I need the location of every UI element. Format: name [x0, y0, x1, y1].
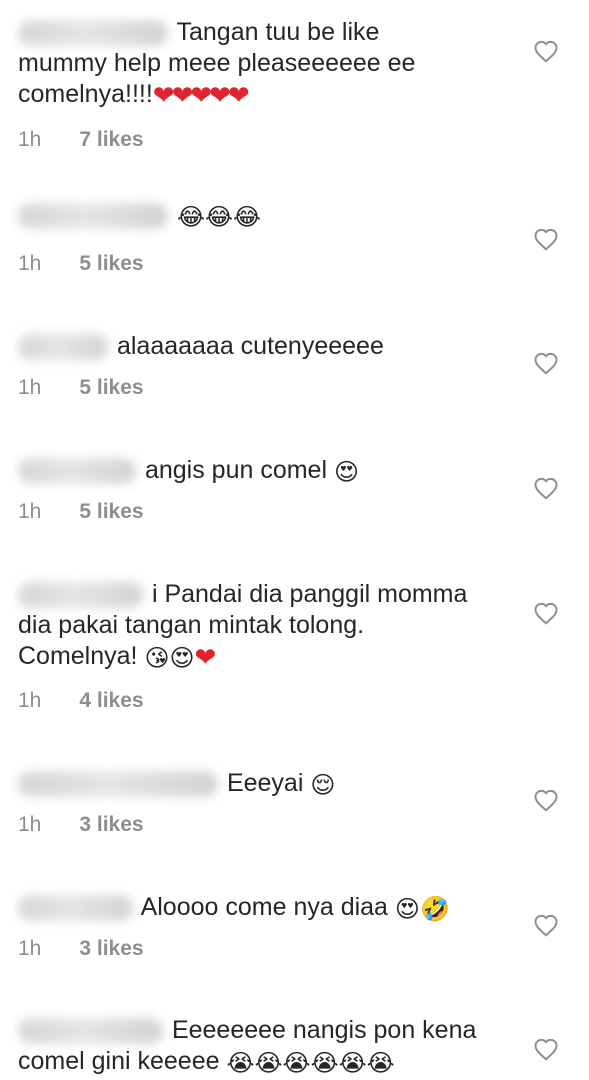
comment-time: 1h	[18, 376, 42, 399]
likes-count[interactable]: 7 likes	[79, 128, 143, 152]
username-blurred[interactable]	[18, 458, 136, 485]
comment-meta: 1h 5 likes	[18, 252, 144, 276]
comment-text: 😂😂😂	[18, 200, 488, 231]
comment-meta: 1h 5 likes	[18, 500, 144, 524]
likes-count[interactable]: 5 likes	[79, 252, 143, 276]
comment-line: Comelnya!	[18, 642, 138, 670]
heart-outline-icon[interactable]	[533, 913, 559, 937]
comment-meta: 1h 3 likes	[18, 813, 144, 837]
comment-meta: 1h 7 likes	[18, 128, 144, 152]
username-blurred[interactable]	[18, 20, 168, 47]
comment-meta: 1h 3 likes	[18, 937, 144, 961]
heart-outline-icon[interactable]	[533, 351, 559, 375]
comment-meta: 1h 4 likes	[18, 689, 144, 713]
heart-outline-icon[interactable]	[533, 227, 559, 251]
comment-text: angis pun comel 😍	[18, 455, 488, 486]
comment-time: 1h	[18, 937, 42, 960]
comment-line: Aloooo come nya diaa	[140, 893, 388, 921]
comment-text: i Pandai dia panggil momma dia pakai tan…	[18, 579, 488, 673]
comment-time: 1h	[18, 128, 42, 151]
likes-count[interactable]: 5 likes	[79, 500, 143, 524]
kiss-and-heart-eyes-emoji: 😘😍	[144, 645, 195, 672]
likes-count[interactable]: 3 likes	[79, 813, 143, 837]
comment-line: alaaaaaaa cutenyeeeee	[116, 332, 384, 360]
username-blurred[interactable]	[18, 582, 143, 609]
comment-time: 1h	[18, 813, 42, 836]
comment-time: 1h	[18, 500, 42, 523]
comment-line: dia pakai tangan mintak tolong.	[18, 611, 365, 639]
username-blurred[interactable]	[18, 1018, 163, 1045]
comment-line: i Pandai dia panggil momma	[151, 580, 468, 608]
comment-line: Eeeyai	[226, 769, 304, 797]
comment-meta: 1h 5 likes	[18, 376, 144, 400]
username-blurred[interactable]	[18, 203, 168, 230]
comment-line: angis pun comel	[144, 456, 328, 484]
likes-count[interactable]: 5 likes	[79, 376, 143, 400]
comment-line: comelnya!!!!	[18, 80, 153, 108]
comment-text: Tangan tuu be like mummy help meee pleas…	[18, 17, 488, 111]
comment-line: Tangan tuu be like	[176, 18, 380, 46]
username-blurred[interactable]	[18, 771, 218, 798]
likes-count[interactable]: 4 likes	[79, 689, 143, 713]
heart-eyes-emoji: 😍	[333, 459, 359, 486]
heart-emoji: ❤❤❤❤❤	[152, 80, 250, 110]
crying-emoji: 😭😭😭😭😭😭	[226, 1050, 395, 1077]
laughing-emoji: 😂😂😂	[176, 204, 262, 231]
heart-outline-icon[interactable]	[533, 476, 559, 500]
heart-outline-icon[interactable]	[533, 788, 559, 812]
heart-outline-icon[interactable]	[533, 1037, 559, 1061]
comment-line: mummy help meee pleaseeeeee ee	[18, 49, 416, 77]
heart-eyes-and-rofl-emoji: 😍🤣	[394, 896, 450, 923]
comment-text: Eeeyai 😌	[18, 768, 488, 799]
comment-line: comel gini keeeee	[18, 1047, 220, 1075]
likes-count[interactable]: 3 likes	[79, 937, 143, 961]
comment-text: Aloooo come nya diaa 😍🤣	[18, 892, 488, 923]
heart-outline-icon[interactable]	[533, 601, 559, 625]
comment-line: Eeeeeeee nangis pon kena	[171, 1016, 477, 1044]
relieved-face-emoji: 😌	[310, 772, 336, 799]
comment-text: alaaaaaaa cutenyeeeee	[18, 331, 488, 362]
heart-outline-icon[interactable]	[533, 39, 559, 63]
username-blurred[interactable]	[18, 895, 133, 922]
comment-time: 1h	[18, 689, 42, 712]
heart-emoji: ❤	[194, 642, 217, 672]
comment-text: Eeeeeeee nangis pon kena comel gini keee…	[18, 1015, 488, 1077]
comment-time: 1h	[18, 252, 42, 275]
username-blurred[interactable]	[18, 334, 108, 361]
